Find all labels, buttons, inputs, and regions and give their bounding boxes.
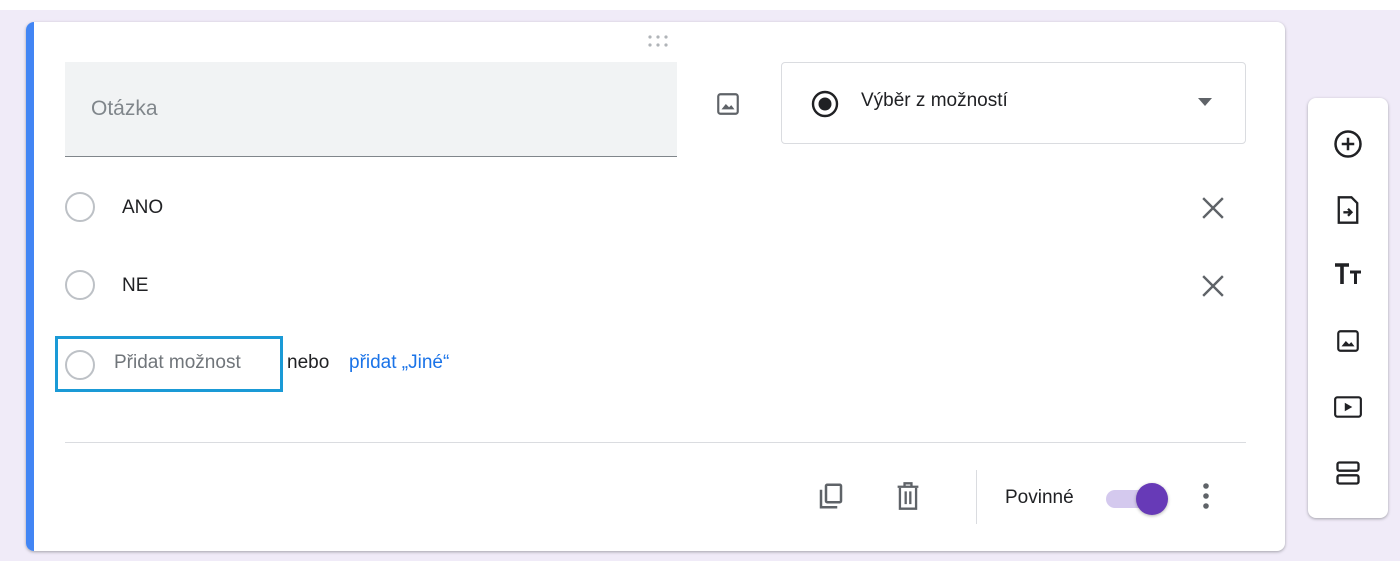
section-icon — [1336, 461, 1360, 485]
remove-option-button[interactable] — [1195, 190, 1231, 226]
copy-icon — [819, 483, 843, 509]
radio-circle — [65, 192, 95, 222]
question-card[interactable]: Výběr z možností ANO NE Přidat možnost n… — [26, 22, 1285, 551]
footer-separator — [976, 470, 977, 524]
radio-button-checked-icon — [811, 90, 839, 118]
trash-icon — [897, 482, 919, 510]
question-title-field[interactable] — [65, 62, 677, 157]
add-option-input[interactable]: Přidat možnost — [114, 352, 241, 374]
active-accent-bar — [26, 22, 34, 551]
option-label[interactable]: ANO — [122, 197, 163, 219]
duplicate-button[interactable] — [811, 476, 851, 516]
image-icon — [1337, 330, 1359, 352]
image-icon — [717, 93, 739, 115]
title-text-icon — [1335, 263, 1361, 284]
add-other-link[interactable]: přidat „Jiné“ — [349, 352, 449, 374]
more-vert-icon — [1203, 483, 1209, 509]
radio-circle — [65, 350, 95, 380]
import-questions-icon — [1337, 196, 1359, 224]
add-option-row: Přidat možnost nebo přidat „Jiné“ — [55, 336, 655, 392]
drag-handle-icon[interactable] — [646, 34, 670, 48]
close-icon — [1202, 275, 1224, 297]
toggle-thumb — [1136, 483, 1168, 515]
add-section-button[interactable] — [1328, 453, 1368, 493]
or-text: nebo — [287, 352, 330, 373]
more-options-button[interactable] — [1186, 476, 1226, 516]
option-label[interactable]: NE — [122, 275, 148, 297]
add-circle-icon — [1334, 130, 1362, 158]
add-title-button[interactable] — [1328, 255, 1368, 295]
question-title-input[interactable] — [65, 62, 677, 156]
import-questions-button[interactable] — [1328, 190, 1368, 230]
option-row[interactable]: ANO — [65, 188, 1245, 228]
add-video-button[interactable] — [1328, 387, 1368, 427]
add-image-button[interactable] — [710, 86, 746, 122]
option-row[interactable]: NE — [65, 266, 1245, 306]
add-image-tool-button[interactable] — [1328, 321, 1368, 361]
close-icon — [1202, 197, 1224, 219]
required-toggle[interactable] — [1106, 482, 1170, 515]
remove-option-button[interactable] — [1195, 268, 1231, 304]
add-question-button[interactable] — [1328, 124, 1368, 164]
chevron-down-icon — [1198, 98, 1212, 106]
top-strip — [0, 0, 1400, 10]
radio-circle — [65, 270, 95, 300]
required-label: Povinné — [1005, 487, 1074, 508]
floating-toolbar — [1308, 98, 1388, 518]
question-type-label: Výběr z možností — [861, 90, 1008, 111]
delete-button[interactable] — [888, 476, 928, 516]
question-type-dropdown[interactable]: Výběr z možností — [781, 62, 1246, 144]
footer-divider — [65, 442, 1246, 443]
video-icon — [1334, 396, 1362, 418]
